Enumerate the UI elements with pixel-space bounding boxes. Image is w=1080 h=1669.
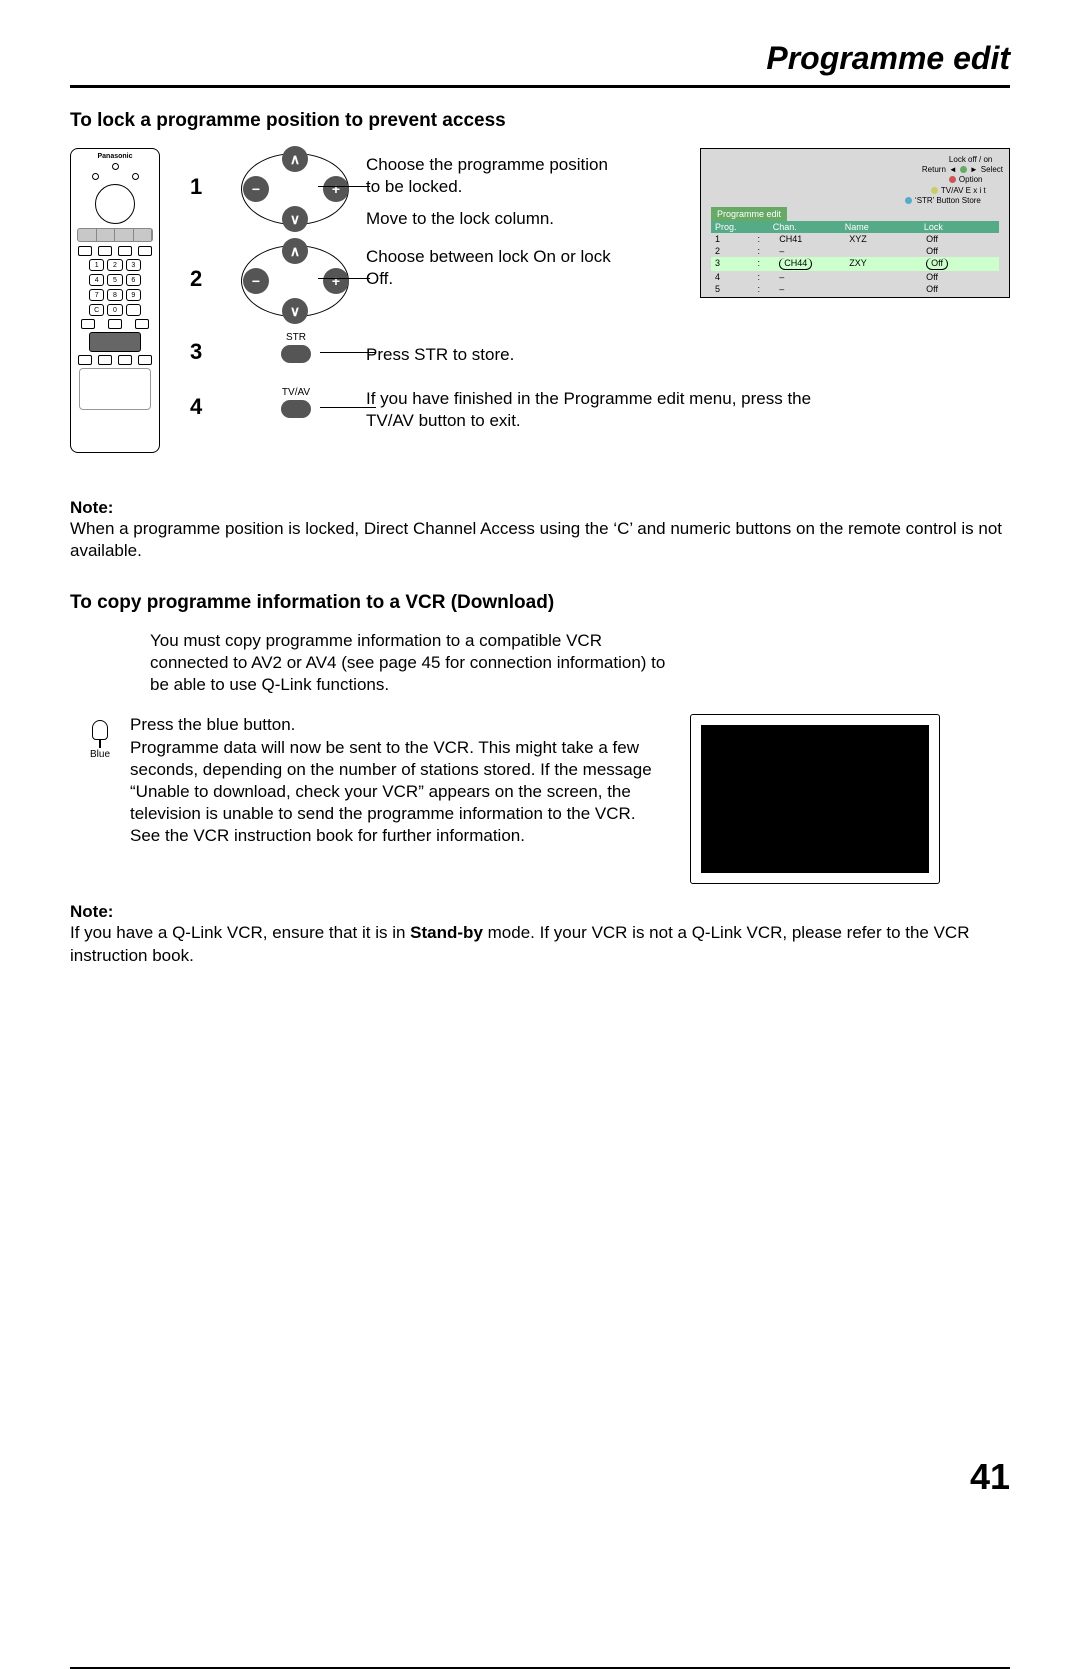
step-1-text-a: Choose the programme position to be lock… bbox=[366, 154, 626, 198]
blue-dot-icon bbox=[905, 197, 912, 204]
osd-tab: Programme edit bbox=[711, 207, 787, 221]
section2-title: To copy programme information to a VCR (… bbox=[70, 592, 1010, 614]
str-button-icon bbox=[281, 345, 311, 363]
step-1-text-b: Move to the lock column. bbox=[366, 208, 626, 230]
table-row: 3:CH44ZXYOff bbox=[711, 257, 999, 271]
note-label: Note: bbox=[70, 902, 113, 921]
note-text: When a programme position is locked, Dir… bbox=[70, 519, 1002, 560]
note-bold: Stand-by bbox=[410, 923, 483, 942]
table-row: 2:–Off bbox=[711, 245, 999, 257]
note-label: Note: bbox=[70, 498, 113, 517]
step-4-text: If you have finished in the Programme ed… bbox=[366, 376, 846, 432]
lock-section: Panasonic 123456789C0 1 ∧∨ −+ bbox=[70, 148, 1010, 498]
section2-intro: You must copy programme information to a… bbox=[150, 630, 670, 696]
table-row: 4:–Off bbox=[711, 271, 999, 283]
copy-section: To copy programme information to a VCR (… bbox=[70, 592, 1010, 966]
blue-label: Blue bbox=[70, 749, 130, 760]
tv-screen-illustration bbox=[690, 714, 940, 884]
yellow-dot-icon bbox=[931, 187, 938, 194]
tvav-label: TV/AV bbox=[281, 387, 311, 398]
tvav-button-icon bbox=[281, 400, 311, 418]
page-number: 41 bbox=[970, 1456, 1010, 1498]
navpad-icon: ∧∨ −+ bbox=[241, 240, 351, 322]
section2-body: Programme data will now be sent to the V… bbox=[130, 737, 670, 847]
step-number: 2 bbox=[190, 240, 226, 292]
osd-legend: Lock off / on Return◄►Select Option TV/A… bbox=[890, 155, 1003, 206]
section2-note: Note: If you have a Q-Link VCR, ensure t… bbox=[70, 902, 1010, 966]
press-blue-line: Press the blue button. bbox=[130, 714, 670, 736]
step-3-text: Press STR to store. bbox=[366, 332, 626, 366]
section1-note: Note: When a programme position is locke… bbox=[70, 498, 1010, 562]
green-dot-icon bbox=[960, 166, 967, 173]
step-2-text: Choose between lock On or lock Off. bbox=[366, 240, 626, 290]
step-3: 3 STR Press STR to store. bbox=[190, 332, 846, 366]
remote-brand: Panasonic bbox=[75, 153, 155, 160]
navpad-icon: ∧∨ −+ bbox=[241, 148, 351, 230]
page-title: Programme edit bbox=[70, 40, 1010, 85]
step-4: 4 TV/AV If you have finished in the Prog… bbox=[190, 376, 846, 432]
table-row: 5:–Off bbox=[711, 283, 999, 295]
osd-table: Prog. Chan. Name Lock 1:CH41XYZOff2:–Off… bbox=[711, 221, 999, 295]
step-number: 4 bbox=[190, 388, 226, 420]
footer-rule bbox=[70, 1667, 1010, 1669]
step-number: 1 bbox=[190, 148, 226, 200]
note-text-pre: If you have a Q-Link VCR, ensure that it… bbox=[70, 923, 410, 942]
osd-screenshot: Lock off / on Return◄►Select Option TV/A… bbox=[700, 148, 1010, 298]
str-label: STR bbox=[281, 332, 311, 343]
red-dot-icon bbox=[949, 176, 956, 183]
section1-title: To lock a programme position to prevent … bbox=[70, 110, 1010, 132]
step-number: 3 bbox=[190, 333, 226, 365]
table-row: 1:CH41XYZOff bbox=[711, 233, 999, 245]
title-rule bbox=[70, 85, 1010, 88]
remote-illustration: Panasonic 123456789C0 bbox=[70, 148, 170, 468]
blue-button-icon: Blue bbox=[70, 714, 130, 884]
